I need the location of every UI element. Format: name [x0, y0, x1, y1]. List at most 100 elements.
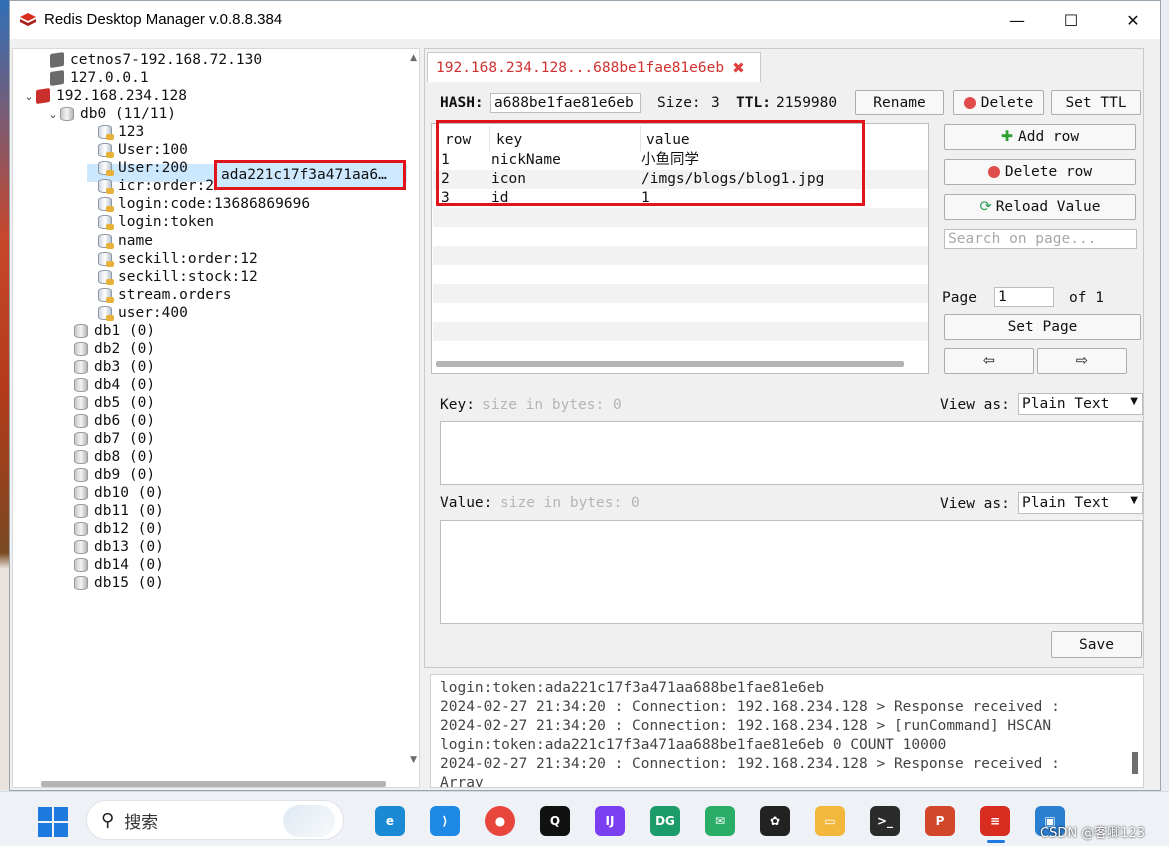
log-scrollbar[interactable]: [1132, 752, 1138, 774]
tree-key-item[interactable]: login:code:13686869696: [98, 195, 310, 213]
key-label: name: [118, 233, 153, 249]
search-highlight-art: [283, 805, 335, 837]
windows-logo-icon: [38, 807, 52, 821]
db-label: db1 (0): [94, 323, 156, 339]
tree-db-item[interactable]: db14 (0): [74, 556, 164, 574]
key-view-as-value: Plain Text: [1022, 396, 1110, 412]
tree-db-item[interactable]: db11 (0): [74, 502, 164, 520]
redis-app-icon: [20, 13, 36, 26]
dropdown-arrow-icon: ▼: [1130, 495, 1138, 506]
key-icon: [98, 179, 114, 194]
tree-db-item[interactable]: db13 (0): [74, 538, 164, 556]
taskbar: ⚲ 搜索 e ⟩ ● Q IJ DG ✉ ✿ ▭ >_ P ≡ ▣: [0, 791, 1169, 846]
value-view-as-select[interactable]: Plain Text ▼: [1018, 492, 1143, 514]
tree-key-item[interactable]: 123: [98, 123, 144, 141]
console-log[interactable]: login:token:ada221c17f3a471aa688be1fae81…: [430, 674, 1144, 788]
database-icon: [74, 468, 88, 482]
tree-connection-item[interactable]: ⌄ 192.168.234.128: [22, 87, 187, 105]
reload-value-button[interactable]: ⟳ Reload Value: [944, 194, 1136, 220]
powerpoint-icon[interactable]: P: [925, 806, 955, 836]
redis-icon[interactable]: ≡: [980, 806, 1010, 836]
scroll-down-icon[interactable]: ▼: [410, 755, 417, 765]
tree-key-item[interactable]: seckill:order:12: [98, 250, 258, 268]
tree-horizontal-scrollbar[interactable]: [41, 781, 386, 787]
tree-db-item[interactable]: db6 (0): [74, 412, 155, 430]
tree-key-item[interactable]: name: [98, 232, 153, 250]
tree-db-item[interactable]: db9 (0): [74, 466, 155, 484]
tree-key-item[interactable]: seckill:stock:12: [98, 268, 258, 286]
file-explorer-icon[interactable]: ▭: [815, 806, 845, 836]
tree-db-item[interactable]: db7 (0): [74, 430, 155, 448]
chrome-icon[interactable]: ●: [485, 806, 515, 836]
tree-db-item[interactable]: db12 (0): [74, 520, 164, 538]
tree-db-item[interactable]: db8 (0): [74, 448, 155, 466]
value-editor-textarea[interactable]: [440, 520, 1143, 624]
tree-db-item[interactable]: ⌄ db0 (11/11): [46, 105, 176, 123]
tree-key-item[interactable]: user:400: [98, 304, 188, 322]
tree-db-item[interactable]: db3 (0): [74, 358, 155, 376]
table-horizontal-scrollbar[interactable]: [436, 361, 904, 367]
key-name-field[interactable]: a688be1fae81e6eb: [490, 93, 641, 113]
add-row-button[interactable]: ✚ Add row: [944, 124, 1136, 150]
minimize-button[interactable]: —: [990, 1, 1044, 39]
intellij-icon[interactable]: IJ: [595, 806, 625, 836]
close-button[interactable]: ✕: [1106, 1, 1160, 39]
tree-db-item[interactable]: db1 (0): [74, 322, 155, 340]
delete-key-button[interactable]: Delete: [953, 90, 1044, 115]
database-icon: [74, 378, 88, 392]
tree-db-item[interactable]: db4 (0): [74, 376, 155, 394]
tree-connection-item[interactable]: cetnos7-192.168.72.130: [36, 51, 262, 69]
page-number-input[interactable]: 1: [994, 287, 1054, 307]
empty-row: [433, 284, 928, 303]
key-icon: [98, 288, 114, 303]
database-icon: [74, 360, 88, 374]
tree-db-item[interactable]: db2 (0): [74, 340, 155, 358]
terminal-icon[interactable]: >_: [870, 806, 900, 836]
tree-key-item-selected[interactable]: login:token: [98, 213, 214, 231]
tree-key-item[interactable]: User:100: [98, 141, 188, 159]
tree-db-item[interactable]: db10 (0): [74, 484, 164, 502]
tree-db-item[interactable]: db15 (0): [74, 574, 164, 592]
key-icon: [98, 306, 114, 321]
maximize-button[interactable]: ☐: [1044, 1, 1098, 39]
db-label: db10 (0): [94, 485, 164, 501]
empty-row: [433, 208, 928, 227]
database-icon: [74, 342, 88, 356]
chatgpt-icon[interactable]: ✿: [760, 806, 790, 836]
close-tab-icon[interactable]: ✖: [732, 59, 745, 77]
datagrip-icon[interactable]: DG: [650, 806, 680, 836]
vscode-icon[interactable]: ⟩: [430, 806, 460, 836]
key-icon: [98, 161, 114, 176]
start-button[interactable]: [38, 807, 68, 837]
edge-icon[interactable]: e: [375, 806, 405, 836]
tree-key-item[interactable]: User:200: [98, 159, 188, 177]
db-label: db12 (0): [94, 521, 164, 537]
scroll-up-icon[interactable]: ▲: [410, 53, 417, 63]
qq-icon[interactable]: Q: [540, 806, 570, 836]
key-view-as-select[interactable]: Plain Text ▼: [1018, 393, 1143, 415]
search-on-page-input[interactable]: Search on page...: [944, 229, 1137, 249]
key-value-preview: ada221c17f3a471aa6…: [214, 160, 406, 190]
tree-db-item[interactable]: db5 (0): [74, 394, 155, 412]
delete-row-button[interactable]: Delete row: [944, 159, 1136, 185]
tree-connection-item[interactable]: 127.0.0.1: [36, 69, 149, 87]
previous-page-button[interactable]: ⇦: [944, 348, 1034, 374]
save-button[interactable]: Save: [1051, 631, 1142, 658]
log-line: 2024-02-27 21:34:20 : Connection: 192.16…: [440, 718, 1052, 734]
set-page-button[interactable]: Set Page: [944, 314, 1141, 340]
key-icon: [98, 215, 114, 230]
dropdown-arrow-icon: ▼: [1130, 396, 1138, 407]
ttl-label: TTL:: [736, 95, 771, 111]
rename-button[interactable]: Rename: [855, 90, 944, 115]
key-editor-textarea[interactable]: [440, 421, 1143, 485]
chevron-down-icon[interactable]: ⌄: [46, 108, 60, 121]
tree-vertical-scrollbar[interactable]: ▲ ▼: [405, 49, 419, 787]
set-ttl-button[interactable]: Set TTL: [1051, 90, 1141, 115]
tab-key-view[interactable]: 192.168.234.128...688be1fae81e6eb ✖: [427, 52, 761, 82]
wechat-icon[interactable]: ✉: [705, 806, 735, 836]
chevron-down-icon[interactable]: ⌄: [22, 90, 36, 103]
next-page-button[interactable]: ⇨: [1037, 348, 1127, 374]
db-label: db9 (0): [94, 467, 156, 483]
tree-key-item[interactable]: stream.orders: [98, 286, 232, 304]
taskbar-search[interactable]: ⚲ 搜索: [86, 800, 344, 840]
